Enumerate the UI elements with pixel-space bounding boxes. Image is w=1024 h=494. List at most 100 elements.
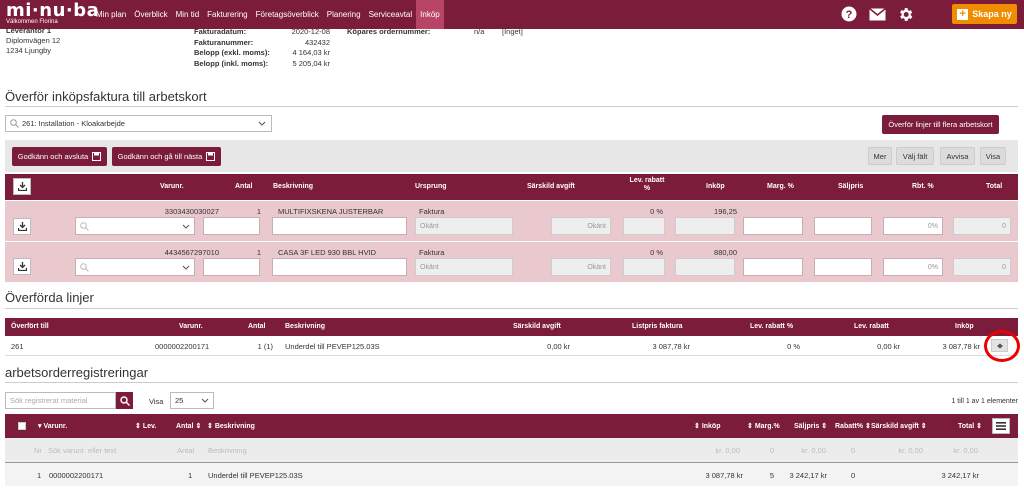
registration-search-input[interactable]: Sök registrerat material	[5, 392, 116, 409]
discount-input[interactable]: 0%	[883, 258, 943, 276]
search-icon	[80, 221, 89, 231]
download-icon	[17, 262, 27, 271]
download-all-button[interactable]	[13, 178, 31, 195]
approve-next-button[interactable]: Godkänn och gå till nästa	[112, 147, 221, 166]
registrations-table-header: ▾ Varunr. ⇕ Lev. Antal ⇕ ⇕ Beskrivning ⇕…	[5, 414, 1018, 438]
nav-item-min-plan[interactable]: Min plan	[92, 0, 130, 29]
amount-incl: 5 205,04 kr	[292, 58, 330, 68]
pagination-count: 1 till 1 av 1 elementer	[951, 398, 1018, 405]
chevron-down-icon	[201, 398, 209, 403]
reject-button[interactable]: Avvisa	[940, 147, 975, 165]
supplier-city: 1234 Ljungby	[6, 46, 52, 55]
supplier-discount-input	[623, 258, 665, 276]
buyer-order-value: n/a	[474, 27, 485, 36]
transfer-multiple-button[interactable]: Överför linjer till flera arbetskort	[882, 115, 999, 134]
gear-icon[interactable]	[896, 5, 914, 23]
section-title-transferred: Överförda linjer	[5, 290, 94, 305]
filter-antal[interactable]: Antal	[177, 446, 194, 455]
more-button[interactable]: Mer	[868, 147, 892, 165]
download-row-button[interactable]	[13, 218, 31, 235]
transferred-table-header: Överfört till Varunr. Antal Beskrivning …	[5, 318, 1018, 336]
sort-inkop[interactable]: ⇕ Inköp	[694, 422, 720, 430]
sale-price-input[interactable]	[814, 258, 872, 276]
filter-total[interactable]: kr. 0,00	[940, 446, 978, 455]
nav-item-planering[interactable]: Planering	[323, 0, 365, 29]
total-input: 0	[953, 258, 1011, 276]
quantity-input[interactable]	[203, 217, 260, 235]
total-input: 0	[953, 217, 1011, 235]
margin-input[interactable]	[743, 217, 803, 235]
invoice-date: 2020-12-08	[291, 27, 330, 36]
create-new-button[interactable]: + Skapa ny	[952, 4, 1017, 24]
nav-item-fakturering[interactable]: Fakturering	[203, 0, 251, 29]
supplier-street: Diplomvägen 12	[6, 36, 61, 45]
highlight-circle	[984, 330, 1020, 362]
approve-close-button[interactable]: Godkänn och avsluta	[12, 147, 107, 166]
nav-item-foretagsoverblick[interactable]: Företagsöverblick	[252, 0, 323, 29]
select-all-checkbox[interactable]	[18, 422, 26, 430]
page-size-select[interactable]: 25	[170, 392, 214, 409]
nav-item-inkop[interactable]: Inköp	[416, 0, 444, 29]
search-icon	[10, 119, 19, 128]
search-icon	[119, 395, 130, 406]
menu-icon	[996, 422, 1006, 430]
sort-varunr[interactable]: ▾ Varunr.	[38, 422, 67, 430]
special-fee-input: Okänt	[551, 217, 611, 235]
description-input[interactable]	[272, 217, 407, 235]
filter-rabatt[interactable]: 0	[851, 446, 855, 455]
transfer-row: 4434567297010 1 CASA 3F LED 930 BBL HVID…	[5, 242, 1018, 282]
sort-beskrivning[interactable]: ⇕ Beskrivning	[207, 422, 255, 430]
save-icon	[206, 152, 216, 161]
show-button[interactable]: Visa	[980, 147, 1006, 165]
chevron-down-icon	[258, 121, 266, 126]
main-menu: Min plan Överblick Min tid Fakturering F…	[92, 0, 444, 29]
quantity-input[interactable]	[203, 258, 260, 276]
sort-lev[interactable]: ⇕ Lev.	[135, 422, 156, 430]
sort-antal[interactable]: Antal ⇕	[176, 422, 201, 430]
registration-row: 1 0000002200171 1 Underdel till PEVEP125…	[5, 462, 1018, 486]
filter-saljpris[interactable]: kr. 0,00	[788, 446, 826, 455]
filter-row: Nr Sök varunr. eller text Antal Beskrivn…	[5, 438, 1018, 462]
logo[interactable]: mi·nu·ba	[6, 2, 99, 20]
mail-icon[interactable]	[868, 5, 886, 23]
product-search-input[interactable]	[75, 217, 195, 235]
filter-inkop[interactable]: kr. 0,00	[705, 446, 740, 455]
buyer-order-extra: [Inget]	[502, 27, 523, 36]
nav-item-serviceavtal[interactable]: Serviceavtal	[365, 0, 417, 29]
sort-avgift[interactable]: Särskild avgift ⇕	[871, 422, 927, 430]
download-row-button[interactable]	[13, 258, 31, 275]
sort-marg[interactable]: ⇕ Marg.%	[747, 422, 780, 430]
description-input[interactable]	[272, 258, 407, 276]
invoice-values: 2020-12-08 432432 4 164,03 kr 5 205,04 k…	[270, 27, 330, 69]
sort-rabatt[interactable]: Rabatt% ⇕	[835, 422, 871, 430]
filter-varunr[interactable]: Sök varunr. eller text	[48, 446, 116, 455]
invoice-number: 432432	[304, 37, 330, 47]
nav-item-min-tid[interactable]: Min tid	[172, 0, 204, 29]
filter-avgift[interactable]: kr. 0,00	[885, 446, 923, 455]
supplier-discount-input	[623, 217, 665, 235]
download-icon	[17, 222, 27, 231]
column-menu-button[interactable]	[992, 418, 1010, 434]
section-title-registrations: arbetsorderregistreringar	[5, 365, 149, 380]
product-search-input[interactable]	[75, 258, 195, 276]
search-button[interactable]	[116, 392, 133, 409]
work-order-select[interactable]: 261: Installation - Kloakarbejde	[5, 115, 272, 132]
discount-input[interactable]: 0%	[883, 217, 943, 235]
svg-text:?: ?	[846, 9, 853, 21]
sort-total[interactable]: Total ⇕	[958, 422, 982, 430]
margin-input[interactable]	[743, 258, 803, 276]
nav-item-overblick[interactable]: Överblick	[130, 0, 171, 29]
chevron-down-icon	[182, 224, 190, 229]
buyer-order-label: Köpares ordernummer:	[347, 27, 431, 36]
transfer-row: 3303430030027 1 MULTIFIXSKENA JUSTERBAR …	[5, 201, 1018, 241]
transferred-row: 261 0000002200171 1 (1) Underdel till PE…	[5, 336, 1018, 356]
filter-marg[interactable]: 0	[760, 446, 774, 455]
download-icon	[17, 182, 27, 191]
help-icon[interactable]: ?	[840, 5, 858, 23]
choose-fields-button[interactable]: Välj fält	[896, 147, 934, 165]
sale-price-input[interactable]	[814, 217, 872, 235]
filter-beskrivning[interactable]: Beskrivning	[208, 446, 247, 455]
plus-icon: +	[957, 8, 969, 20]
sort-saljpris[interactable]: Säljpris ⇕	[794, 422, 827, 430]
transfer-table-header: Varunr. Antal Beskrivning Ursprung Särsk…	[5, 174, 1018, 200]
